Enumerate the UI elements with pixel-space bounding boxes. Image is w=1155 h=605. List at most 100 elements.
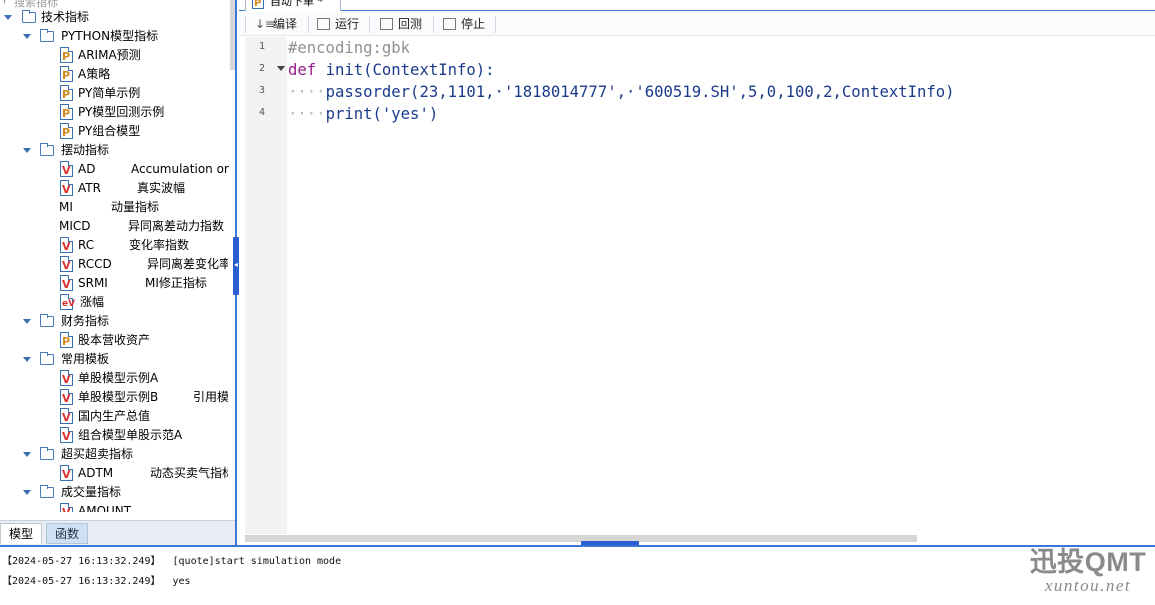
v-file-icon: V bbox=[60, 237, 73, 253]
tree-item[interactable]: P 股本营收资产 bbox=[0, 331, 228, 350]
fold-toggle-icon[interactable] bbox=[277, 66, 285, 71]
tree-desc: 异同离差动力指数 bbox=[128, 219, 225, 233]
line-number-gutter: 1 2 3 4 bbox=[245, 37, 287, 534]
tree-root-tech-indicators[interactable]: 技术指标 bbox=[0, 8, 228, 27]
tree-desc: 动量指标 bbox=[111, 200, 160, 214]
tree-item[interactable]: P A策略 bbox=[0, 65, 228, 84]
tree-label: 单股模型示例A bbox=[78, 371, 159, 385]
tab-model[interactable]: 模型 bbox=[0, 523, 43, 544]
py-file-icon: P bbox=[252, 0, 264, 9]
tree-desc: 异同离差变化率 bbox=[147, 257, 228, 271]
watermark-title: 迅投QMT bbox=[1029, 547, 1147, 577]
v-file-icon: V bbox=[60, 370, 73, 386]
tree-desc: MI修正指标 bbox=[145, 276, 207, 290]
tree-item[interactable]: MICD 异同离差动力指数 bbox=[0, 217, 228, 236]
folder-icon bbox=[22, 10, 36, 23]
code-line: #encoding:gbk bbox=[288, 39, 411, 57]
tree-desc: 动态买卖气指标 bbox=[150, 466, 228, 480]
chevron-down-icon[interactable] bbox=[23, 452, 31, 457]
code-keyword: def bbox=[288, 61, 317, 79]
backtest-label: 回测 bbox=[398, 17, 423, 31]
tree-item[interactable]: V 组合模型单股示范A bbox=[0, 426, 228, 445]
tree-group-volume[interactable]: 成交量指标 bbox=[0, 483, 228, 502]
file-tab-label: 自动下单 * bbox=[270, 0, 323, 8]
tree-label: ATR bbox=[78, 181, 101, 195]
chevron-down-icon[interactable] bbox=[23, 34, 31, 39]
tree-item[interactable]: V ATR 真实波幅 bbox=[0, 179, 228, 198]
chevron-down-icon[interactable] bbox=[23, 357, 31, 362]
tree-group-python[interactable]: PYTHON模型指标 bbox=[0, 27, 228, 46]
watermark-url: xuntou.net bbox=[1044, 576, 1132, 595]
tree-item[interactable]: V RCCD 异同离差变化率 bbox=[0, 255, 228, 274]
folder-icon bbox=[40, 29, 54, 42]
v-file-icon: V bbox=[60, 503, 73, 512]
line-number: 1 bbox=[258, 41, 266, 52]
toolbar-divider bbox=[495, 16, 496, 33]
tree-group-finance[interactable]: 财务指标 bbox=[0, 312, 228, 331]
ev-file-icon: eV bbox=[60, 294, 75, 310]
tree-item[interactable]: MI 动量指标 bbox=[0, 198, 228, 217]
toolbar-divider bbox=[245, 16, 246, 33]
tree-label: 单股模型示例B bbox=[78, 390, 159, 404]
chevron-down-icon[interactable] bbox=[23, 148, 31, 153]
tree-label: PY简单示例 bbox=[78, 86, 141, 100]
stop-button[interactable]: 停止 bbox=[441, 15, 485, 34]
tree-group-templates[interactable]: 常用模板 bbox=[0, 350, 228, 369]
tree-item[interactable]: V AD Accumulation or bbox=[0, 160, 229, 179]
run-button[interactable]: 运行 bbox=[315, 15, 359, 34]
folder-icon bbox=[40, 143, 54, 156]
code-line: ····passorder(23,1101,·'1818014777',·'60… bbox=[288, 81, 955, 103]
v-file-icon: V bbox=[60, 427, 73, 443]
chevron-down-icon[interactable] bbox=[4, 15, 12, 20]
tree-item[interactable]: P PY简单示例 bbox=[0, 84, 228, 103]
tree-item[interactable]: P PY模型回测示例 bbox=[0, 103, 228, 122]
run-icon bbox=[317, 18, 330, 30]
chevron-down-icon[interactable] bbox=[23, 490, 31, 495]
tab-function[interactable]: 函数 bbox=[46, 523, 89, 544]
run-label: 运行 bbox=[335, 17, 360, 31]
line-number: 4 bbox=[258, 107, 266, 118]
v-file-icon: V bbox=[60, 180, 73, 196]
tree-label: RC bbox=[78, 238, 95, 252]
tree-desc: 引用模 bbox=[193, 390, 228, 404]
panel-tab-bar: 模型 函数 bbox=[0, 520, 235, 545]
tree-item[interactable]: V AMOUNT bbox=[0, 502, 228, 512]
tree-label: 股本营收资产 bbox=[78, 333, 151, 347]
tree-item[interactable]: V ADTM 动态买卖气指标 bbox=[0, 464, 228, 483]
tree-label: AMOUNT bbox=[78, 504, 132, 512]
tree-item[interactable]: V 单股模型示例B 引用模 bbox=[0, 388, 228, 407]
log-output-panel: 【2024-05-27 16:13:32.249】 [quote]start s… bbox=[0, 545, 1155, 605]
toolbar-divider bbox=[308, 16, 309, 33]
tree-group-oscillator[interactable]: 摆动指标 bbox=[0, 141, 228, 160]
tree-item[interactable]: V 国内生产总值 bbox=[0, 407, 228, 426]
code-function: init(ContextInfo): bbox=[325, 61, 495, 79]
toolbar-divider bbox=[369, 16, 370, 33]
tree-label: MI bbox=[59, 200, 73, 214]
search-input[interactable]: ⚲ 搜索指标 bbox=[0, 0, 228, 9]
compile-button[interactable]: ↓≡ 编译 bbox=[251, 15, 297, 34]
chevron-left-icon: ◂ bbox=[234, 260, 239, 269]
tree-item[interactable]: eV 涨幅 bbox=[0, 293, 228, 312]
tree-item[interactable]: P PY组合模型 bbox=[0, 122, 228, 141]
v-file-icon: V bbox=[60, 256, 73, 272]
tree-group-overbought[interactable]: 超买超卖指标 bbox=[0, 445, 228, 464]
tree-item[interactable]: V SRMI MI修正指标 bbox=[0, 274, 228, 293]
tree-item[interactable]: V 单股模型示例A bbox=[0, 369, 228, 388]
tree-item[interactable]: V RC 变化率指数 bbox=[0, 236, 228, 255]
log-line: 【2024-05-27 16:13:32.249】 yes bbox=[2, 576, 191, 587]
indicator-panel: ⚲ 搜索指标 技术指标 PYTHON模型指标 P ARIMA预测 P bbox=[0, 0, 237, 545]
log-line: 【2024-05-27 16:13:32.249】 [quote]start s… bbox=[2, 556, 342, 567]
v-file-icon: V bbox=[60, 389, 73, 405]
tree-scrollbar[interactable] bbox=[230, 0, 235, 70]
file-tab[interactable]: P 自动下单 * bbox=[245, 0, 341, 11]
compile-label: 编译 bbox=[273, 17, 298, 31]
tree-label: SRMI bbox=[78, 276, 108, 290]
chevron-down-icon[interactable] bbox=[23, 319, 31, 324]
tree-label: 技术指标 bbox=[41, 10, 90, 24]
tree-item[interactable]: P ARIMA预测 bbox=[0, 46, 228, 65]
qmt-editor-window: ⚲ 搜索指标 技术指标 PYTHON模型指标 P ARIMA预测 P bbox=[0, 0, 1155, 605]
backtest-button[interactable]: 回测 bbox=[378, 15, 422, 34]
tree-label: 常用模板 bbox=[61, 352, 110, 366]
code-text-area[interactable]: #encoding:gbk def init(ContextInfo): ···… bbox=[288, 37, 1148, 534]
tree-label: ARIMA预测 bbox=[78, 48, 141, 62]
